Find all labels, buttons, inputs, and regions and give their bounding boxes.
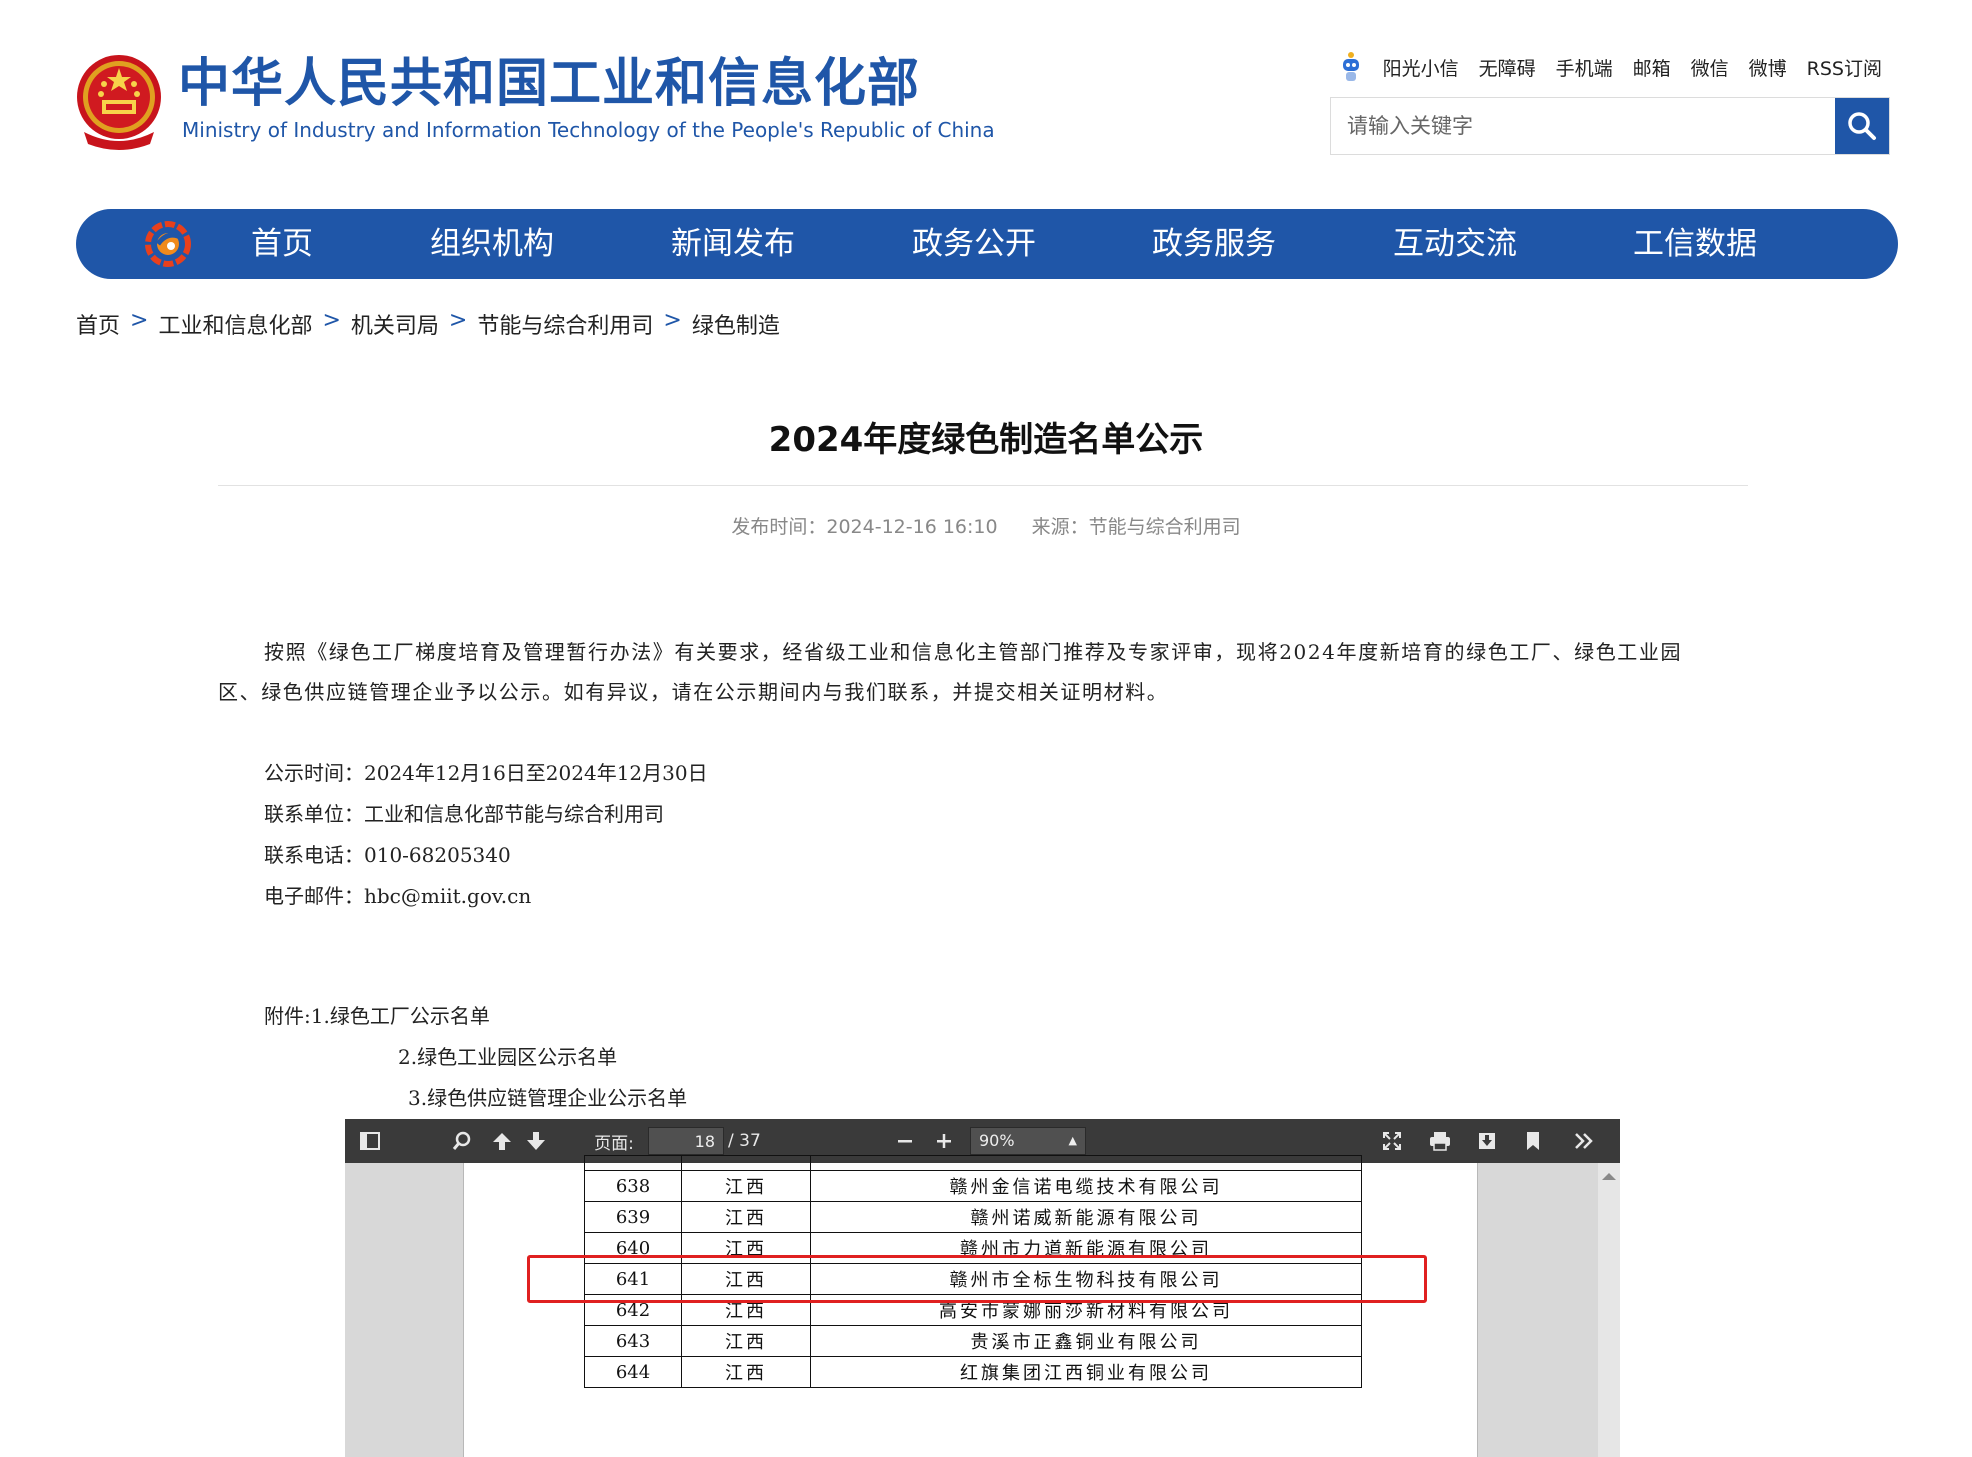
breadcrumb-separator: >: [448, 308, 468, 333]
robot-icon[interactable]: [1339, 50, 1363, 84]
double-chevron-right-icon: [1575, 1133, 1593, 1149]
link-accessibility[interactable]: 无障碍: [1479, 54, 1536, 81]
site-title: 中华人民共和国工业和信息化部: [178, 54, 921, 114]
row-company: 赣州金信诺电缆技术有限公司: [810, 1170, 1362, 1202]
download-icon: [1479, 1133, 1495, 1149]
zoom-value: 90%: [979, 1131, 1015, 1150]
arrow-up-icon: [493, 1133, 511, 1150]
source-label: 来源：: [1031, 516, 1089, 538]
table-row: 639 江西 赣州诺威新能源有限公司: [584, 1201, 1362, 1233]
print-button[interactable]: [1425, 1119, 1455, 1163]
nav-organization[interactable]: 组织机构: [430, 209, 554, 279]
top-utility-links: 阳光小信 无障碍 手机端 邮箱 微信 微博 RSS订阅: [1339, 50, 1882, 84]
link-mobile[interactable]: 手机端: [1556, 54, 1613, 81]
article-title: 2024年度绿色制造名单公示: [768, 420, 1204, 460]
row-number: 638: [584, 1170, 682, 1202]
link-rss[interactable]: RSS订阅: [1807, 54, 1882, 81]
main-nav: 首页 组织机构 新闻发布 政务公开 政务服务 互动交流 工信数据: [76, 209, 1898, 279]
sidebar-icon: [360, 1132, 380, 1150]
plus-icon: [937, 1134, 951, 1148]
row-province: 江西: [681, 1325, 811, 1357]
arrow-down-icon: [527, 1132, 545, 1150]
previous-page-button[interactable]: [487, 1119, 517, 1163]
highlight-annotation-box: [527, 1255, 1427, 1303]
breadcrumb-department[interactable]: 节能与综合利用司: [477, 308, 653, 340]
search-icon: [452, 1131, 471, 1150]
link-mailbox[interactable]: 邮箱: [1633, 54, 1671, 81]
breadcrumb-separator: >: [663, 308, 682, 333]
search-input[interactable]: [1331, 98, 1827, 154]
row-number: 643: [584, 1325, 682, 1357]
source-value: 节能与综合利用司: [1088, 516, 1241, 538]
nav-interaction[interactable]: 互动交流: [1393, 209, 1517, 279]
row-number: 644: [584, 1356, 682, 1388]
attachment-link-green-supply-chain[interactable]: 3.绿色供应链管理企业公示名单: [408, 1082, 687, 1111]
breadcrumb-ministry[interactable]: 工业和信息化部: [158, 308, 312, 340]
table-row: [584, 1155, 1362, 1171]
row-company: 红旗集团江西铜业有限公司: [810, 1356, 1362, 1388]
national-emblem-icon: [77, 55, 161, 150]
print-icon: [1430, 1132, 1450, 1151]
minus-icon: [898, 1140, 912, 1143]
table-row: 644 江西 红旗集团江西铜业有限公司: [584, 1356, 1362, 1388]
contact-email: 电子邮件：hbc@miit.gov.cn: [264, 884, 532, 908]
page-number-input[interactable]: [648, 1127, 724, 1155]
breadcrumb: 首页 > 工业和信息化部 > 机关司局 > 节能与综合利用司 > 绿色制造: [76, 308, 780, 340]
attachment-link-green-industrial-park[interactable]: 2.绿色工业园区公示名单: [398, 1041, 617, 1070]
search-icon: [1848, 112, 1876, 140]
ministry-logo-icon: [145, 221, 191, 267]
breadcrumb-current[interactable]: 绿色制造: [692, 308, 780, 340]
nav-government-affairs[interactable]: 政务公开: [912, 209, 1036, 279]
find-button[interactable]: [447, 1119, 477, 1163]
publish-label: 发布时间：: [731, 516, 827, 538]
row-province: 江西: [681, 1201, 811, 1233]
next-page-button[interactable]: [521, 1119, 551, 1163]
site-subtitle-english: Ministry of Industry and Information Tec…: [182, 118, 995, 142]
bookmark-icon: [1527, 1132, 1539, 1150]
article-paragraph-line-1: 按照《绿色工厂梯度培育及管理暂行办法》有关要求，经省级工业和信息化主管部门推荐及…: [264, 640, 1683, 664]
pdf-page: 638 江西 赣州金信诺电缆技术有限公司 639 江西 赣州诺威新能源有限公司 …: [463, 1155, 1478, 1457]
breadcrumb-separator: >: [322, 308, 341, 333]
contact-unit: 联系单位：工业和信息化部节能与综合利用司: [264, 802, 664, 826]
link-wechat[interactable]: 微信: [1691, 54, 1729, 81]
notice-period: 公示时间：2024年12月16日至2024年12月30日: [264, 761, 708, 785]
link-sunshine-xiaoxin[interactable]: 阳光小信: [1383, 54, 1459, 81]
scroll-up-icon[interactable]: [1598, 1163, 1620, 1185]
presentation-mode-button[interactable]: [1377, 1119, 1407, 1163]
pdf-scrollbar[interactable]: [1598, 1163, 1620, 1457]
source: 来源：节能与综合利用司: [1032, 516, 1241, 538]
breadcrumb-departments[interactable]: 机关司局: [351, 308, 439, 340]
table-row: 643 江西 贵溪市正鑫铜业有限公司: [584, 1325, 1362, 1357]
tools-menu-button[interactable]: [1567, 1119, 1601, 1163]
publish-time: 发布时间：2024-12-16 16:10: [731, 516, 997, 538]
row-company: 赣州诺威新能源有限公司: [810, 1201, 1362, 1233]
breadcrumb-separator: >: [130, 308, 149, 333]
contact-phone: 联系电话：010-68205340: [264, 843, 511, 867]
link-weibo[interactable]: 微博: [1749, 54, 1787, 81]
attachment-link-green-factory[interactable]: 附件:1.绿色工厂公示名单: [264, 1000, 490, 1029]
sidebar-toggle-button[interactable]: [355, 1119, 385, 1163]
publish-value: 2024-12-16 16:10: [826, 516, 998, 538]
nav-data[interactable]: 工信数据: [1633, 209, 1757, 279]
dropdown-arrow-icon: ▲: [1068, 1134, 1077, 1147]
row-province: 江西: [681, 1170, 811, 1202]
breadcrumb-home[interactable]: 首页: [76, 308, 120, 340]
title-divider: [218, 485, 1748, 486]
row-company: 贵溪市正鑫铜业有限公司: [810, 1325, 1362, 1357]
article-meta: 发布时间：2024-12-16 16:10 来源：节能与综合利用司: [0, 512, 1972, 539]
article-paragraph-line-2: 区、绿色供应链管理企业予以公示。如有异议，请在公示期间内与我们联系，并提交相关证…: [218, 680, 1169, 704]
zoom-select[interactable]: 90% ▲: [970, 1127, 1086, 1155]
download-button[interactable]: [1472, 1119, 1502, 1163]
nav-news[interactable]: 新闻发布: [671, 209, 795, 279]
row-number: 639: [584, 1201, 682, 1233]
search-button[interactable]: [1835, 98, 1889, 154]
fullscreen-icon: [1383, 1132, 1401, 1150]
search-box: [1330, 97, 1890, 155]
bookmark-button[interactable]: [1518, 1119, 1548, 1163]
nav-government-services[interactable]: 政务服务: [1152, 209, 1276, 279]
nav-home[interactable]: 首页: [251, 209, 313, 279]
row-province: 江西: [681, 1356, 811, 1388]
table-row: 638 江西 赣州金信诺电缆技术有限公司: [584, 1170, 1362, 1202]
